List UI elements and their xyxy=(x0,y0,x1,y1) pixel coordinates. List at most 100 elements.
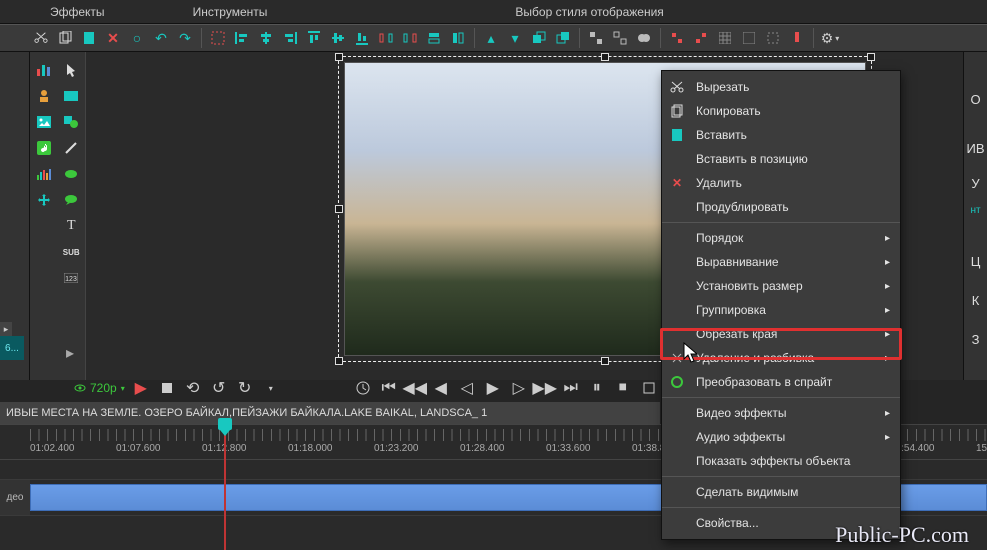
audio-icon[interactable] xyxy=(34,138,54,158)
chevron-right-icon: ▸ xyxy=(885,353,890,364)
playhead[interactable] xyxy=(224,424,226,550)
right-label-5: Ц xyxy=(967,254,985,269)
arrow-down-icon[interactable]: ▾ xyxy=(504,27,526,49)
person-icon[interactable] xyxy=(34,86,54,106)
align-bottom-icon[interactable] xyxy=(351,27,373,49)
ctx-video-fx[interactable]: Видео эффекты▸ xyxy=(662,401,900,425)
copy-icon[interactable] xyxy=(54,27,76,49)
align-middle-icon[interactable] xyxy=(327,27,349,49)
snap-2-icon[interactable] xyxy=(690,27,712,49)
play-icon[interactable]: ▶ xyxy=(483,378,503,398)
crop-icon[interactable] xyxy=(762,27,784,49)
ctx-crop[interactable]: Обрезать края▸ xyxy=(662,322,900,346)
image-icon[interactable] xyxy=(34,112,54,132)
next-icon[interactable]: ▶▶ xyxy=(535,378,555,398)
rect-tool-icon[interactable] xyxy=(61,86,81,106)
speech-tool-icon[interactable] xyxy=(61,190,81,210)
right-label-3: У xyxy=(967,176,985,191)
ctx-paste[interactable]: Вставить xyxy=(662,123,900,147)
send-back-icon[interactable] xyxy=(552,27,574,49)
align-center-h-icon[interactable] xyxy=(255,27,277,49)
align-left-icon[interactable] xyxy=(231,27,253,49)
expand-panel-icon[interactable]: ▸ xyxy=(0,322,12,336)
settings-icon[interactable]: ⚙▾ xyxy=(819,27,841,49)
step-back-icon[interactable]: ◁ xyxy=(457,378,477,398)
align-right-icon[interactable] xyxy=(279,27,301,49)
record-button[interactable]: ▶ xyxy=(131,378,151,398)
menu-display-style[interactable]: Выбор стиля отображения xyxy=(501,5,677,19)
cut-icon[interactable] xyxy=(30,27,52,49)
skip-end-icon[interactable]: ⏭ xyxy=(561,378,581,398)
ctx-audio-fx[interactable]: Аудио эффекты▸ xyxy=(662,425,900,449)
forward-button[interactable]: ↻ xyxy=(235,378,255,398)
clock-icon[interactable] xyxy=(353,378,373,398)
ctx-align[interactable]: Выравнивание▸ xyxy=(662,250,900,274)
group-icon[interactable] xyxy=(585,27,607,49)
pointer-icon[interactable] xyxy=(61,60,81,80)
step-fwd-icon[interactable]: ▷ xyxy=(509,378,529,398)
confirm-icon[interactable]: ○ xyxy=(126,27,148,49)
ctx-group[interactable]: Группировка▸ xyxy=(662,298,900,322)
chevron-right-icon: ▸ xyxy=(885,233,890,244)
counter-tool-icon[interactable]: 123 xyxy=(61,268,81,288)
bars-icon[interactable] xyxy=(34,164,54,184)
line-tool-icon[interactable] xyxy=(61,138,81,158)
delete-icon[interactable]: ✕ xyxy=(102,27,124,49)
grid-2-icon[interactable] xyxy=(738,27,760,49)
redo-icon[interactable]: ↷ xyxy=(174,27,196,49)
select-all-icon[interactable] xyxy=(207,27,229,49)
ctx-paste-pos[interactable]: Вставить в позицию xyxy=(662,147,900,171)
timeline-play-handle-icon[interactable]: ▸ xyxy=(56,344,84,362)
right-label-6: К xyxy=(967,293,985,308)
ctx-cut[interactable]: Вырезать xyxy=(662,75,900,99)
ctx-show-fx[interactable]: Показать эффекты объекта xyxy=(662,449,900,473)
stop-button[interactable] xyxy=(157,378,177,398)
snap-1-icon[interactable] xyxy=(666,27,688,49)
ctx-split[interactable]: Удаление и разбивка▸ xyxy=(662,346,900,370)
time-badge: 6... xyxy=(0,336,24,360)
align-top-icon[interactable] xyxy=(303,27,325,49)
distribute-v-icon[interactable] xyxy=(399,27,421,49)
ctx-make-visible[interactable]: Сделать видимым xyxy=(662,480,900,504)
ungroup-icon[interactable] xyxy=(609,27,631,49)
undo-icon[interactable]: ↶ xyxy=(150,27,172,49)
pause-icon[interactable]: ⏸ xyxy=(587,378,607,398)
split-icon xyxy=(668,349,686,367)
prev-icon[interactable]: ◀ xyxy=(431,378,451,398)
zoom-fit-icon[interactable] xyxy=(639,378,659,398)
right-label-1: O xyxy=(967,92,985,107)
ctx-duplicate[interactable]: Продублировать xyxy=(662,195,900,219)
ctx-copy[interactable]: Копировать xyxy=(662,99,900,123)
arrow-up-icon[interactable]: ▴ xyxy=(480,27,502,49)
sprite-icon xyxy=(668,373,686,391)
menu-effects[interactable]: Эффекты xyxy=(36,5,119,19)
ctx-delete[interactable]: ✕ Удалить xyxy=(662,171,900,195)
more-playback-button[interactable]: ▾ xyxy=(261,378,281,398)
bring-front-icon[interactable] xyxy=(528,27,550,49)
stop-2-icon[interactable]: ⏹ xyxy=(613,378,633,398)
merge-icon[interactable] xyxy=(633,27,655,49)
subtitle-tool-icon[interactable]: SUB xyxy=(61,242,81,262)
skip-start-icon[interactable]: ⏮ xyxy=(379,378,399,398)
chart-icon[interactable] xyxy=(34,60,54,80)
ctx-properties[interactable]: Свойства... xyxy=(662,511,900,535)
grid-icon[interactable] xyxy=(714,27,736,49)
distribute-h-icon[interactable] xyxy=(375,27,397,49)
paste-icon[interactable] xyxy=(78,27,100,49)
ctx-set-size[interactable]: Установить размер▸ xyxy=(662,274,900,298)
ctx-order[interactable]: Порядок▸ xyxy=(662,226,900,250)
marker-icon[interactable] xyxy=(786,27,808,49)
ctx-to-sprite[interactable]: Преобразовать в спрайт xyxy=(662,370,900,394)
same-width-icon[interactable] xyxy=(423,27,445,49)
shape-tool-icon[interactable] xyxy=(61,112,81,132)
right-label-2: ИВ xyxy=(967,141,985,156)
text-tool-icon[interactable]: T xyxy=(61,216,81,236)
loop-button[interactable]: ⟲ xyxy=(183,378,203,398)
rewind-button[interactable]: ↺ xyxy=(209,378,229,398)
resolution-selector[interactable]: 720p ▾ xyxy=(74,381,125,395)
move-icon[interactable] xyxy=(34,190,54,210)
menu-instruments[interactable]: Инструменты xyxy=(179,5,282,19)
prev-frame-icon[interactable]: ◀◀ xyxy=(405,378,425,398)
ellipse-tool-icon[interactable] xyxy=(61,164,81,184)
same-height-icon[interactable] xyxy=(447,27,469,49)
